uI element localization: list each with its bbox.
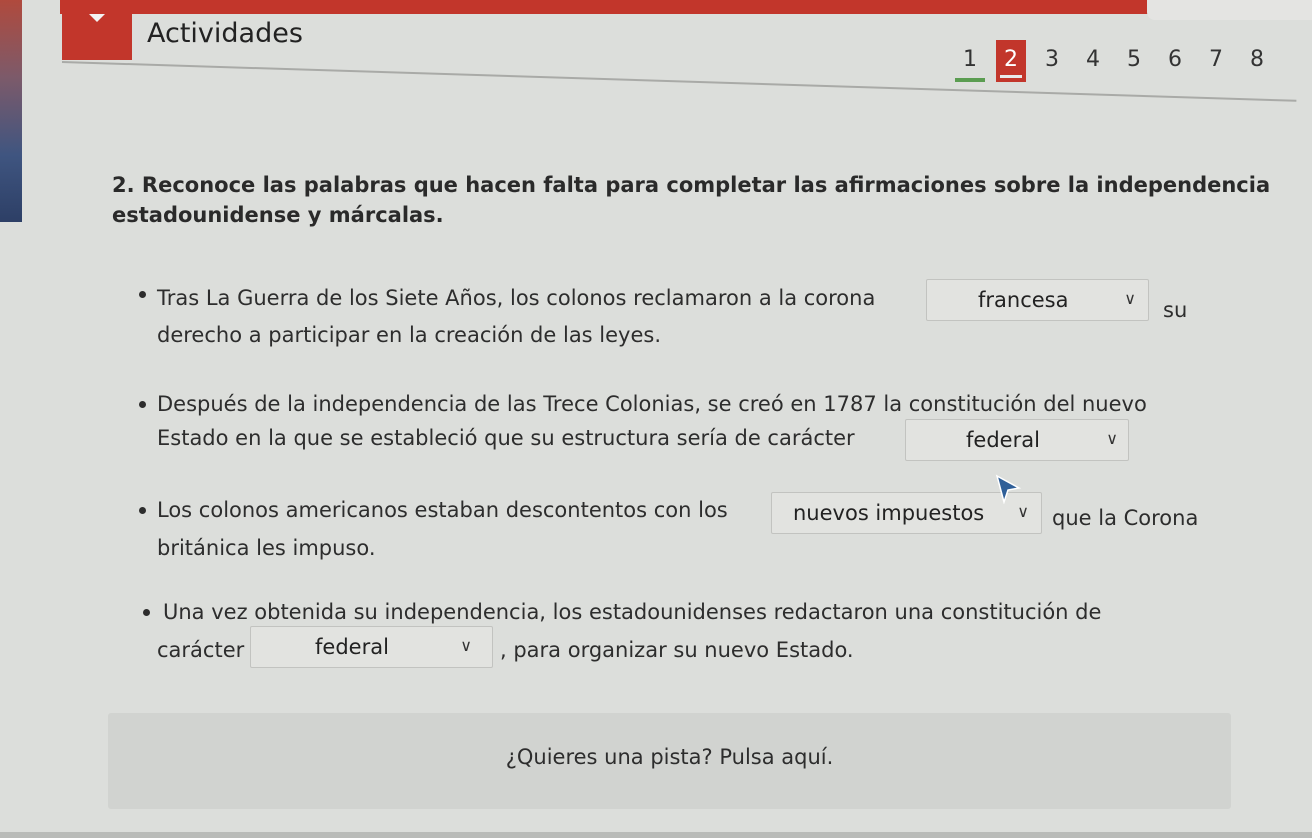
page-navigator: 1 2 3 4 5 6 7 8 <box>955 40 1283 82</box>
statement-text: que la Corona <box>1052 506 1199 530</box>
statement-text: Los colonos americanos estaban desconten… <box>157 498 728 522</box>
activities-menu-toggle[interactable] <box>62 0 132 60</box>
chevron-down-icon: ∨ <box>1124 289 1136 308</box>
chevron-down-icon: ∨ <box>1017 502 1029 521</box>
bullet-icon <box>139 291 146 298</box>
dropdown-value: federal <box>315 635 389 659</box>
statement-text: Después de la independencia de las Trece… <box>157 392 1147 416</box>
statement-text: , para organizar su nuevo Estado. <box>500 638 854 662</box>
statement-text: Estado en la que se estableció que su es… <box>157 426 855 450</box>
statement-text: su <box>1163 298 1188 322</box>
chevron-down-icon: ∨ <box>460 636 472 655</box>
answer-dropdown-2[interactable]: federal ∨ <box>905 419 1129 461</box>
page-button-7[interactable]: 7 <box>1201 40 1231 82</box>
bullet-icon <box>139 507 146 514</box>
top-accent-band <box>60 0 1312 14</box>
chevron-down-icon: ∨ <box>1106 429 1118 448</box>
triangle-down-icon <box>89 14 105 22</box>
bottom-edge <box>0 832 1312 838</box>
bullet-icon <box>139 401 146 408</box>
page-button-1[interactable]: 1 <box>955 40 985 82</box>
page-button-8[interactable]: 8 <box>1242 40 1272 82</box>
statement-text: Una vez obtenida su independencia, los e… <box>163 600 1102 624</box>
page-button-5[interactable]: 5 <box>1119 40 1149 82</box>
statement-text: carácter <box>157 638 245 662</box>
question-prompt: 2. Reconoce las palabras que hacen falta… <box>112 173 1271 227</box>
hint-label: ¿Quieres una pista? Pulsa aquí. <box>505 745 834 769</box>
page-button-3[interactable]: 3 <box>1037 40 1067 82</box>
statement-text: derecho a participar en la creación de l… <box>157 323 662 347</box>
page-title: Actividades <box>147 18 303 49</box>
top-right-tab <box>1147 0 1312 20</box>
bullet-icon <box>143 609 150 616</box>
page-button-2[interactable]: 2 <box>996 40 1026 82</box>
page-button-4[interactable]: 4 <box>1078 40 1108 82</box>
dropdown-value: federal <box>966 428 1040 452</box>
answer-dropdown-1[interactable]: francesa ∨ <box>926 279 1149 321</box>
page-button-6[interactable]: 6 <box>1160 40 1190 82</box>
dropdown-value: francesa <box>978 288 1069 312</box>
background-photo-edge <box>0 0 22 222</box>
dropdown-value: nuevos impuestos <box>793 501 985 525</box>
answer-dropdown-4[interactable]: federal ∨ <box>250 626 493 668</box>
statement-text: Tras La Guerra de los Siete Años, los co… <box>157 286 876 310</box>
hint-button[interactable]: ¿Quieres una pista? Pulsa aquí. <box>108 713 1231 809</box>
statement-text: británica les impuso. <box>157 536 376 560</box>
